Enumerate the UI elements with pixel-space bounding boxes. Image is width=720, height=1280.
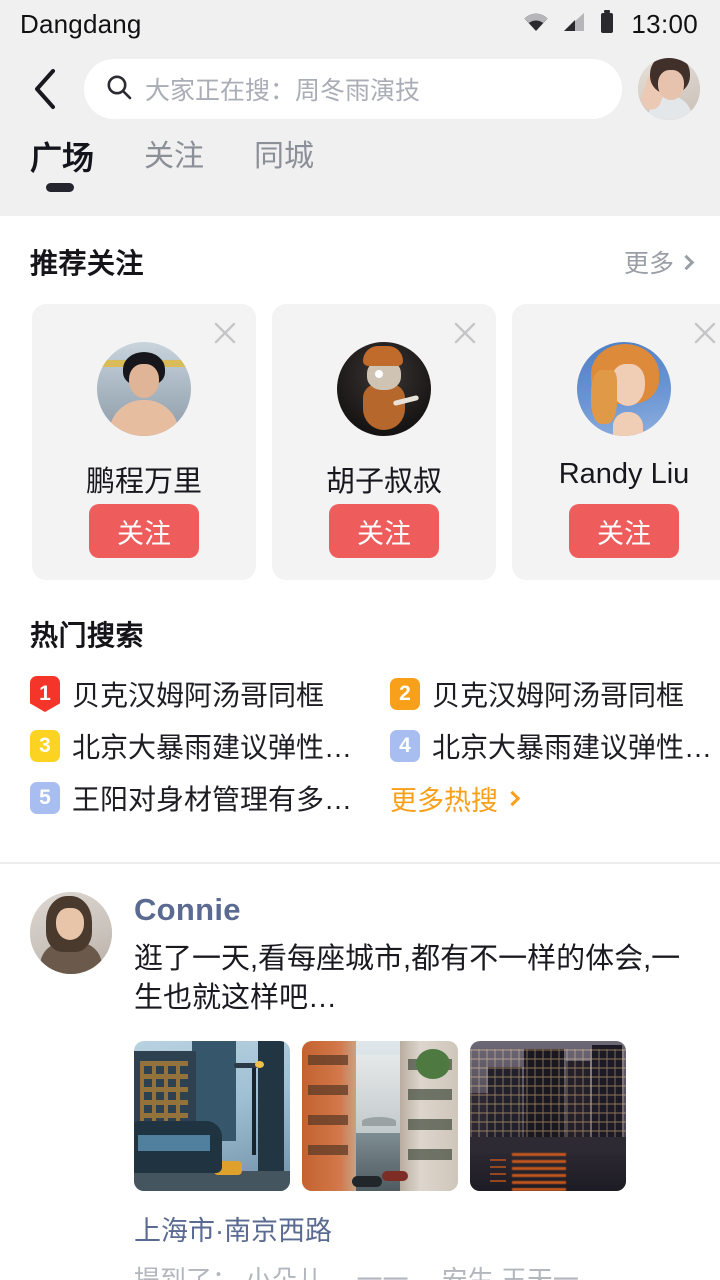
close-icon[interactable]: [690, 318, 720, 348]
search-icon: [106, 74, 132, 105]
hot-search-title: 热门搜索: [30, 620, 145, 651]
hot-search-item[interactable]: 1 贝克汉姆阿汤哥同框: [30, 670, 390, 718]
post-location[interactable]: 上海市·南京西路: [134, 1209, 692, 1248]
search-input[interactable]: 大家正在搜：周冬雨演技: [84, 59, 622, 119]
recommend-card[interactable]: 鹏程万里 关注: [32, 304, 256, 580]
recommend-card[interactable]: 胡子叔叔 关注: [272, 304, 496, 580]
header-zone: Dangdang 13:00 大家正在搜：周冬雨演技 广场 关注 同城: [0, 0, 720, 216]
follow-button[interactable]: 关注: [569, 504, 679, 558]
hot-search-text: 王阳对身材管理有多…: [72, 784, 353, 815]
post-user-avatar[interactable]: [30, 892, 112, 974]
hot-search-item[interactable]: 5 王阳对身材管理有多…: [30, 774, 390, 822]
follow-button[interactable]: 关注: [89, 504, 199, 558]
wifi-icon: [523, 12, 549, 37]
back-button[interactable]: [18, 62, 72, 116]
tab-plaza[interactable]: 广场: [30, 138, 94, 194]
back-chevron-icon: [35, 69, 55, 109]
post-content: Connie 逛了一天,看每座城市,都有不一样的体会,一生也就这样吧… 上海市·…: [134, 892, 692, 1280]
hot-search-item[interactable]: 4 北京大暴雨建议弹性…: [390, 722, 720, 770]
post-mentions: 提到了： 小朵儿， 一一， 安生,王天一: [134, 1264, 579, 1280]
recommend-title: 推荐关注: [30, 248, 145, 279]
hot-search-text: 贝克汉姆阿汤哥同框: [72, 680, 325, 711]
recommend-header: 推荐关注 更多: [0, 216, 720, 282]
avatar-man-gym: [97, 342, 191, 436]
post-text: 逛了一天,看每座城市,都有不一样的体会,一生也就这样吧…: [134, 943, 681, 1015]
search-row: 大家正在搜：周冬雨演技: [0, 48, 720, 130]
hot-search-more-label: 更多热搜: [390, 785, 498, 816]
signal-icon: [562, 12, 586, 37]
avatar-redhead-woman: [577, 342, 671, 436]
chevron-right-icon: [504, 790, 521, 806]
rank-badge: 2: [390, 678, 420, 710]
tab-bar: 广场 关注 同城: [0, 130, 720, 194]
post-image-thumb[interactable]: [470, 1040, 626, 1191]
hot-search-text: 北京大暴雨建议弹性…: [432, 732, 713, 763]
avatar-dwarf-character: [337, 342, 431, 436]
close-icon[interactable]: [450, 318, 480, 348]
recommend-card[interactable]: Randy Liu 关注: [512, 304, 720, 580]
recommend-card-name: Randy Liu: [558, 458, 690, 490]
status-indicators: 13:00: [523, 9, 698, 40]
hot-search-header: 热门搜索: [0, 580, 720, 654]
hot-search-text: 北京大暴雨建议弹性…: [72, 732, 353, 763]
recommend-more-label: 更多: [623, 250, 674, 278]
close-icon[interactable]: [210, 318, 240, 348]
app-screen: Dangdang 13:00 大家正在搜：周冬雨演技 广场 关注 同城 推荐关注…: [0, 0, 720, 1280]
recommend-card-list: 鹏程万里 关注 胡子叔叔 关注 Randy Liu 关注: [0, 282, 720, 580]
status-carrier-label: Dangdang: [20, 8, 142, 39]
recommend-section: 推荐关注 更多 鹏程万里 关注 胡子叔叔 关注 Randy Liu 关注: [0, 216, 720, 580]
tab-following[interactable]: 关注: [144, 138, 204, 192]
rank-badge: 3: [30, 730, 60, 762]
hot-search-list: 1 贝克汉姆阿汤哥同框 2 贝克汉姆阿汤哥同框 3 北京大暴雨建议弹性… 4 北…: [0, 654, 720, 822]
post-username[interactable]: Connie: [134, 892, 692, 928]
rank-badge: 1: [30, 676, 60, 712]
post-image-thumb[interactable]: [134, 1040, 290, 1191]
hot-search-item[interactable]: 3 北京大暴雨建议弹性…: [30, 722, 390, 770]
hot-search-section: 热门搜索 1 贝克汉姆阿汤哥同框 2 贝克汉姆阿汤哥同框 3 北京大暴雨建议弹性…: [0, 580, 720, 864]
battery-icon: [599, 9, 615, 39]
chevron-right-icon: [678, 254, 695, 270]
post-image-grid: [134, 1040, 692, 1191]
hot-search-more-link[interactable]: 更多热搜: [390, 774, 720, 822]
tab-nearby[interactable]: 同城: [254, 138, 314, 192]
profile-avatar[interactable]: [638, 58, 700, 120]
status-time-label: 13:00: [631, 8, 698, 39]
status-bar: Dangdang 13:00: [0, 0, 720, 48]
search-placeholder-text: 大家正在搜：周冬雨演技: [145, 77, 421, 105]
hot-search-item[interactable]: 2 贝克汉姆阿汤哥同框: [390, 670, 720, 718]
recommend-card-name: 胡子叔叔: [325, 466, 442, 498]
follow-button[interactable]: 关注: [329, 504, 439, 558]
hot-search-text: 贝克汉姆阿汤哥同框: [432, 680, 685, 711]
rank-badge: 5: [30, 782, 60, 814]
recommend-card-name: 鹏程万里: [85, 466, 202, 498]
recommend-more-link[interactable]: 更多: [623, 244, 695, 280]
feed-post: Connie 逛了一天,看每座城市,都有不一样的体会,一生也就这样吧… 上海市·…: [0, 864, 720, 1280]
rank-badge: 4: [390, 730, 420, 762]
post-image-thumb[interactable]: [302, 1040, 458, 1191]
